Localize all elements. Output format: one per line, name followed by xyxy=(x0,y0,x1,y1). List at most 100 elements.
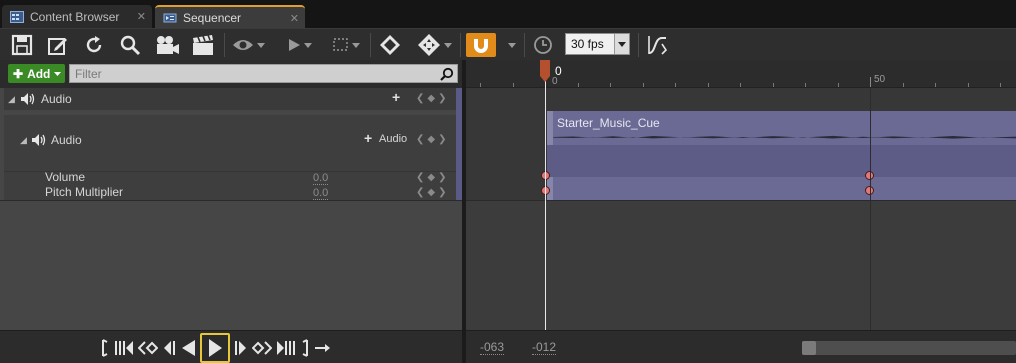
set-start-button[interactable] xyxy=(100,338,110,358)
audio-waveform xyxy=(553,135,1016,139)
playhead-line[interactable] xyxy=(545,74,546,330)
ruler-tick xyxy=(935,83,936,87)
clock-icon xyxy=(534,36,552,54)
chevron-down-icon xyxy=(351,42,360,48)
track-row-audio-sub[interactable]: ◢ Audio + Audio ❮ ◆ ❯ xyxy=(4,115,456,171)
search-icon xyxy=(440,67,454,81)
track-area[interactable]: Starter_Music_Cue xyxy=(466,88,1016,200)
grid-line xyxy=(870,88,871,330)
empty-track-area[interactable] xyxy=(466,200,1016,330)
add-key-icon[interactable]: ◆ xyxy=(427,187,435,198)
key-navigation[interactable]: ❮ ◆ ❯ xyxy=(416,93,446,104)
add-icon[interactable]: + xyxy=(392,89,400,105)
step-back-icon xyxy=(164,340,175,355)
time-options-button[interactable] xyxy=(530,33,556,57)
filter-placeholder: Filter xyxy=(75,66,102,81)
ruler-tick xyxy=(1000,83,1001,87)
curve-lane xyxy=(547,145,1016,177)
tab-sequencer[interactable]: Sequencer ✕ xyxy=(155,5,305,28)
add-track-button[interactable]: ✚ Add xyxy=(8,64,65,83)
next-key-icon xyxy=(252,340,272,355)
prev-key-icon[interactable]: ❮ xyxy=(416,134,424,145)
key-navigation[interactable]: ❮ ◆ ❯ xyxy=(416,172,446,183)
play-button[interactable] xyxy=(200,332,230,363)
curve-editor-button[interactable] xyxy=(644,33,670,57)
save-icon xyxy=(11,34,33,56)
speaker-icon xyxy=(21,93,35,105)
add-key-icon[interactable]: ◆ xyxy=(427,134,435,145)
set-end-button[interactable] xyxy=(300,338,310,358)
prev-key-button[interactable] xyxy=(138,338,158,358)
divider xyxy=(0,200,462,201)
fps-value: 30 fps xyxy=(571,37,604,51)
next-key-icon[interactable]: ❯ xyxy=(438,93,446,104)
transport-controls xyxy=(100,332,332,363)
render-movie-button[interactable] xyxy=(188,33,218,57)
next-key-icon[interactable]: ❯ xyxy=(438,172,446,183)
horizontal-scrollbar[interactable] xyxy=(802,341,1016,355)
view-range-end[interactable]: -012 xyxy=(532,341,557,355)
view-options-dropdown[interactable] xyxy=(230,33,266,57)
property-rows: Volume 0.0 ❮ ◆ ❯ Pitch Multiplier 0.0 ❮ ◆ ❯ xyxy=(4,170,456,200)
close-icon[interactable]: ✕ xyxy=(290,12,299,25)
next-key-button[interactable] xyxy=(252,338,272,358)
property-label-pitch: Pitch Multiplier xyxy=(45,185,124,199)
property-value-pitch[interactable]: 0.0 xyxy=(313,187,329,200)
snap-toggle-button[interactable] xyxy=(466,33,496,57)
track-row-audio[interactable]: ◢ Audio + ❮ ◆ ❯ xyxy=(4,88,456,110)
play-reverse-button[interactable] xyxy=(180,338,196,358)
snap-options-dropdown[interactable] xyxy=(504,33,520,57)
content-browser-icon xyxy=(10,10,24,23)
key-navigation[interactable]: ❮ ◆ ❯ xyxy=(416,134,446,145)
section-title: Starter_Music_Cue xyxy=(557,116,660,130)
selection-options-dropdown[interactable] xyxy=(329,33,363,57)
expand-arrow-icon[interactable]: ◢ xyxy=(8,94,15,105)
step-forward-icon xyxy=(235,340,246,355)
transform-key-dropdown[interactable] xyxy=(414,33,454,57)
playhead-marker[interactable] xyxy=(539,60,551,82)
chevron-down-icon xyxy=(54,71,62,76)
loop-button[interactable] xyxy=(314,338,332,358)
loop-icon xyxy=(315,343,330,352)
chevron-down-icon xyxy=(614,34,629,54)
scrollbar-thumb[interactable] xyxy=(802,341,816,355)
camera-button[interactable] xyxy=(152,33,182,57)
find-button[interactable] xyxy=(116,33,144,57)
next-key-icon[interactable]: ❯ xyxy=(438,187,446,198)
save-as-button[interactable] xyxy=(44,33,72,57)
add-audio-label[interactable]: Audio xyxy=(379,133,407,145)
jump-to-start-button[interactable] xyxy=(114,338,134,358)
chevron-down-icon xyxy=(508,42,516,48)
set-start-icon xyxy=(102,338,108,357)
view-range-start[interactable]: -063 xyxy=(480,341,505,355)
transport-bar xyxy=(0,330,462,363)
next-key-icon[interactable]: ❯ xyxy=(438,134,446,145)
filter-input[interactable]: Filter xyxy=(69,64,458,83)
property-value-volume[interactable]: 0.0 xyxy=(313,172,329,185)
playhead-frame-label: 0 xyxy=(555,64,562,78)
tab-content-browser[interactable]: Content Browser ✕ xyxy=(2,5,152,28)
key-button[interactable] xyxy=(376,33,404,57)
prev-key-icon[interactable]: ❮ xyxy=(416,93,424,104)
key-navigation[interactable]: ❮ ◆ ❯ xyxy=(416,187,446,198)
prev-key-icon[interactable]: ❮ xyxy=(416,172,424,183)
close-icon[interactable]: ✕ xyxy=(137,10,146,23)
track-label: Audio xyxy=(41,92,72,106)
sequencer-icon xyxy=(163,12,177,24)
playback-options-dropdown[interactable] xyxy=(282,33,316,57)
ruler-tick xyxy=(480,83,481,87)
add-icon[interactable]: + xyxy=(364,130,372,146)
add-key-icon[interactable]: ◆ xyxy=(427,172,435,183)
save-button[interactable] xyxy=(8,33,36,57)
step-forward-button[interactable] xyxy=(234,338,248,358)
add-key-icon[interactable]: ◆ xyxy=(427,93,435,104)
tab-bar: Content Browser ✕ Sequencer ✕ xyxy=(0,0,1016,28)
jump-to-end-button[interactable] xyxy=(276,338,296,358)
fps-select[interactable]: 30 fps xyxy=(565,33,630,55)
chevron-down-icon xyxy=(303,42,312,48)
step-back-button[interactable] xyxy=(162,338,176,358)
refresh-button[interactable] xyxy=(80,33,108,57)
prev-key-icon[interactable]: ❮ xyxy=(416,187,424,198)
expand-arrow-icon[interactable]: ◢ xyxy=(20,135,27,146)
key-icon xyxy=(380,35,400,55)
